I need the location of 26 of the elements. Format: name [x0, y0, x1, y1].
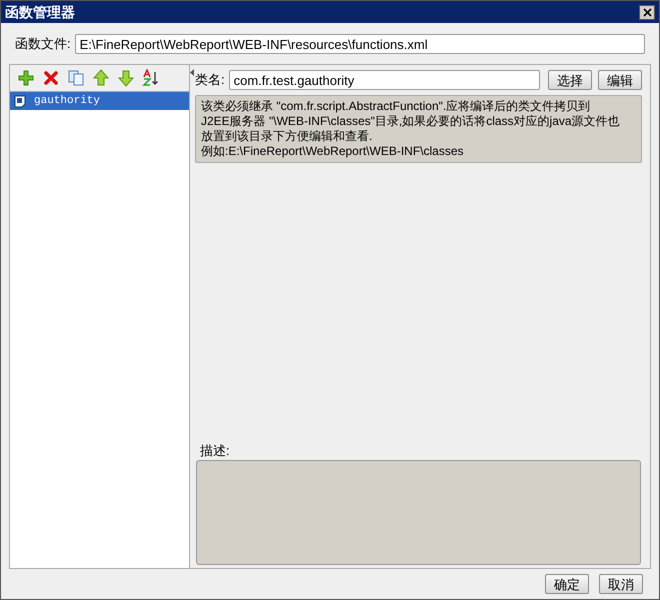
note-text: 例如:E:\FineReport\WebReport\WEB-INF\classes: [201, 144, 465, 159]
note-text: J2EE服务器 "\WEB-INF\classes"目录,如果必要的话将class对应的java源文件也: [201, 114, 621, 129]
file-label: 函数文件:: [15, 35, 71, 54]
description-label: 描述:: [199, 442, 231, 460]
copy-icon[interactable]: [67, 69, 85, 87]
file-path-field[interactable]: E:\FineReport\WebReport\WEB-INF\resources\functions.xml: [74, 34, 645, 54]
class-name-label: 类名:: [195, 71, 225, 90]
description-field[interactable]: [196, 460, 641, 565]
close-button[interactable]: [639, 4, 655, 20]
dialog-button[interactable]: 编辑: [598, 70, 642, 90]
close-icon: [642, 8, 652, 16]
delete-icon[interactable]: [42, 69, 60, 87]
arrow-down-icon[interactable]: [117, 69, 135, 87]
add-icon[interactable]: [17, 69, 35, 87]
function-list-item[interactable]: gauthority: [10, 92, 189, 110]
note-text: 该类必须继承 "com.fr.script.AbstractFunction".应将编译后的类文件拷贝到: [201, 99, 592, 114]
note-text: 放置到该目录下方便编辑和查看.: [201, 129, 374, 144]
class-name-field[interactable]: com.fr.test.gauthority: [228, 70, 540, 90]
dialog-button[interactable]: 选择: [548, 70, 592, 90]
sort-icon[interactable]: [142, 69, 160, 87]
collapse-arrow-icon[interactable]: [190, 69, 194, 76]
window-title: 函数管理器: [5, 2, 75, 22]
dialog-button[interactable]: 取消: [599, 574, 643, 594]
document-icon: [14, 94, 26, 108]
dialog-button[interactable]: 确定: [545, 574, 589, 594]
arrow-up-icon[interactable]: [92, 69, 110, 87]
